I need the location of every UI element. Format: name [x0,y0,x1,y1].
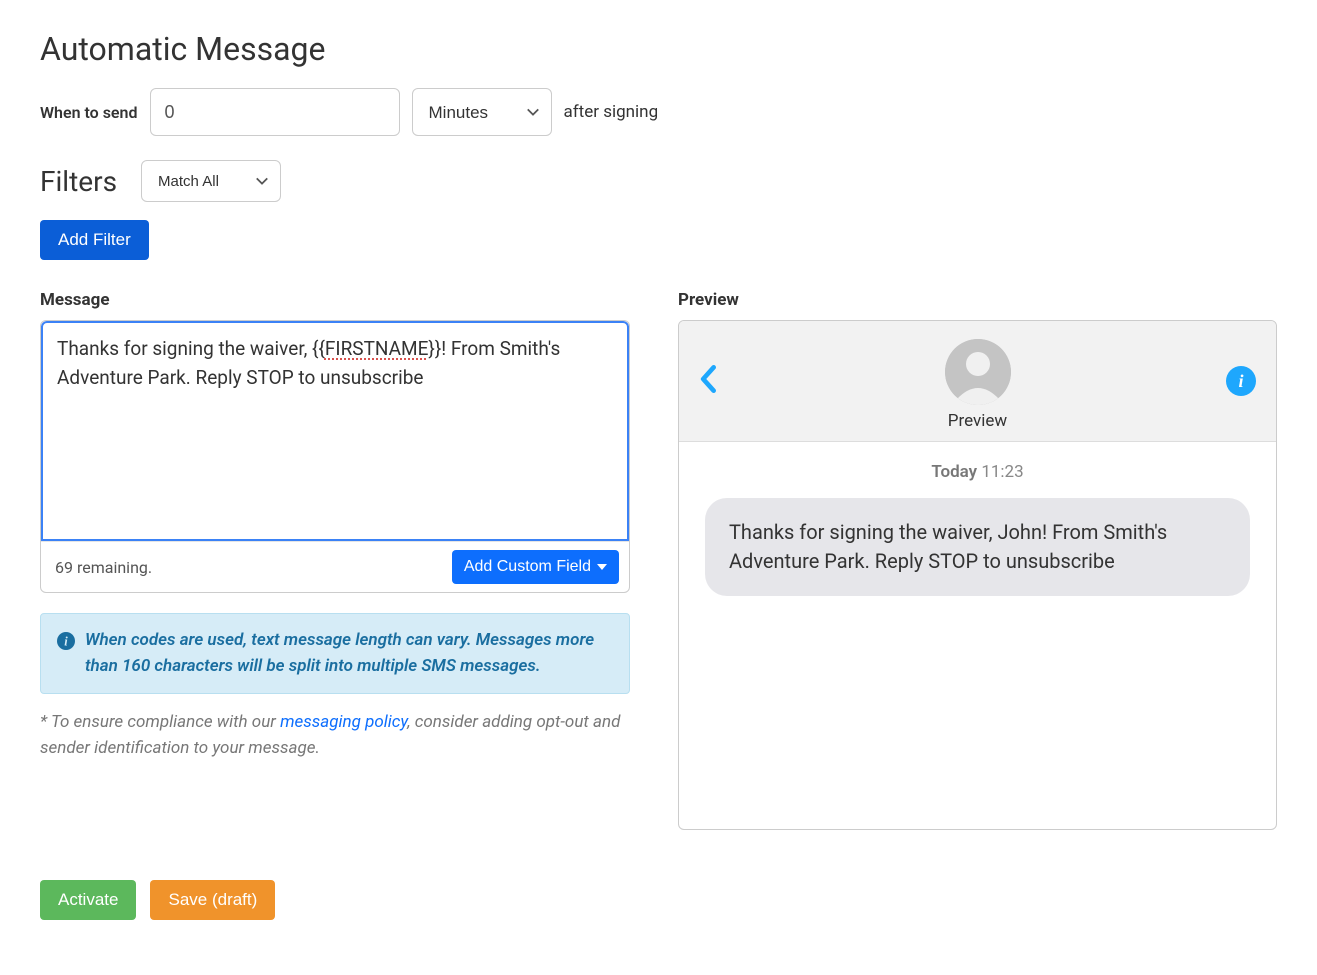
filters-match-select[interactable]: Match All [141,160,281,202]
info-text: When codes are used, text message length… [85,628,613,679]
save-draft-button[interactable]: Save (draft) [150,880,275,920]
message-bubble: Thanks for signing the waiver, John! Fro… [705,498,1250,596]
message-box: Thanks for signing the waiver, {{FIRSTNA… [40,320,630,593]
filters-row: Filters Match All [40,160,1277,202]
message-label: Message [40,290,630,310]
avatar [945,339,1011,405]
info-icon[interactable]: i [1226,366,1256,396]
delay-value-input[interactable] [150,88,400,136]
when-to-send-row: When to send Minutes after signing [40,88,1277,136]
messaging-policy-link[interactable]: messaging policy [280,712,407,732]
svg-text:i: i [64,635,68,649]
preview-header: Preview i [679,321,1276,442]
delay-unit-select[interactable]: Minutes [412,88,552,136]
when-to-send-label: When to send [40,103,138,122]
info-panel: i When codes are used, text message leng… [40,613,630,694]
action-row: Activate Save (draft) [40,880,1277,920]
chars-remaining: 69 remaining. [55,558,152,577]
preview-timestamp: Today 11:23 [705,462,1250,482]
preview-label: Preview [678,290,1277,310]
message-textarea[interactable]: Thanks for signing the waiver, {{FIRSTNA… [41,321,629,541]
preview-box: Preview i Today 11:23 Thanks for signing… [678,320,1277,830]
preview-contact-name: Preview [699,411,1256,431]
add-filter-button[interactable]: Add Filter [40,220,149,260]
caret-down-icon [597,564,607,570]
filters-heading: Filters [40,165,117,198]
after-signing-label: after signing [564,102,659,122]
info-icon: i [57,632,75,679]
compliance-note: * To ensure compliance with our messagin… [40,710,630,761]
add-custom-field-button[interactable]: Add Custom Field [452,550,619,584]
back-icon[interactable] [699,365,719,397]
activate-button[interactable]: Activate [40,880,136,920]
page-title: Automatic Message [40,30,1277,68]
